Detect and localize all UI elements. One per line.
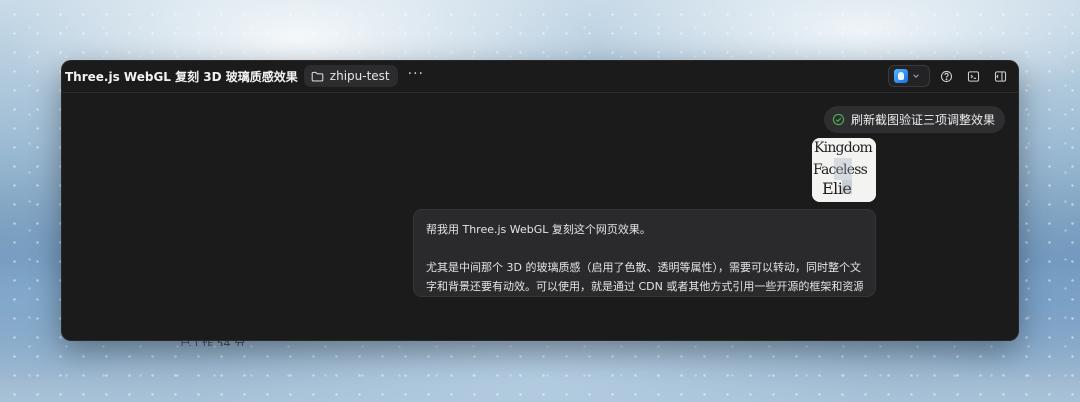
user-message-bubble: 帮我用 Three.js WebGL 复刻这个网页效果。 尤其是中间那个 3D … xyxy=(413,209,876,297)
chevron-down-icon xyxy=(913,74,919,78)
message-line-3: 字和背景还要有动效。可以使用，就是通过 CDN 或者其他方式引用一些开源的框架和… xyxy=(426,280,863,293)
message-line-2: 尤其是中间那个 3D 的玻璃质感（启用了色散、透明等属性），需要可以转动，同时整… xyxy=(426,261,861,274)
title-bar: Three.js WebGL 复刻 3D 玻璃质感效果 zhipu-test ·… xyxy=(61,60,1019,93)
folder-button[interactable]: zhipu-test xyxy=(303,65,398,87)
message-line-1: 帮我用 Three.js WebGL 复刻这个网页效果。 xyxy=(426,223,651,236)
app-logo-icon xyxy=(894,69,908,83)
toggle-panel-button[interactable] xyxy=(989,65,1011,87)
status-badge-label: 刷新截图验证三项调整效果 xyxy=(850,113,995,127)
window-toolbar xyxy=(888,64,1011,88)
app-selector[interactable] xyxy=(888,65,930,87)
help-button[interactable] xyxy=(935,65,957,87)
terminal-button[interactable] xyxy=(962,65,984,87)
status-badge[interactable]: 刷新截图验证三项调整效果 xyxy=(823,106,1005,133)
attachment-thumbnail[interactable]: Kingdom Faceless Elie xyxy=(812,138,876,202)
folder-icon xyxy=(311,71,324,82)
folder-name: zhipu-test xyxy=(329,69,390,83)
terminal-icon xyxy=(967,70,979,82)
thumb-line-1: Kingdom xyxy=(814,140,873,156)
app-window: Three.js WebGL 复刻 3D 玻璃质感效果 zhipu-test ·… xyxy=(61,60,1019,341)
more-options-button[interactable]: ··· xyxy=(408,67,424,85)
check-circle-icon xyxy=(832,113,845,126)
thumbnail-image: Kingdom Faceless Elie xyxy=(812,138,876,202)
sidebar-panel-icon xyxy=(994,70,1006,82)
window-title: Three.js WebGL 复刻 3D 玻璃质感效果 xyxy=(65,69,298,84)
help-circle-icon xyxy=(940,70,952,82)
